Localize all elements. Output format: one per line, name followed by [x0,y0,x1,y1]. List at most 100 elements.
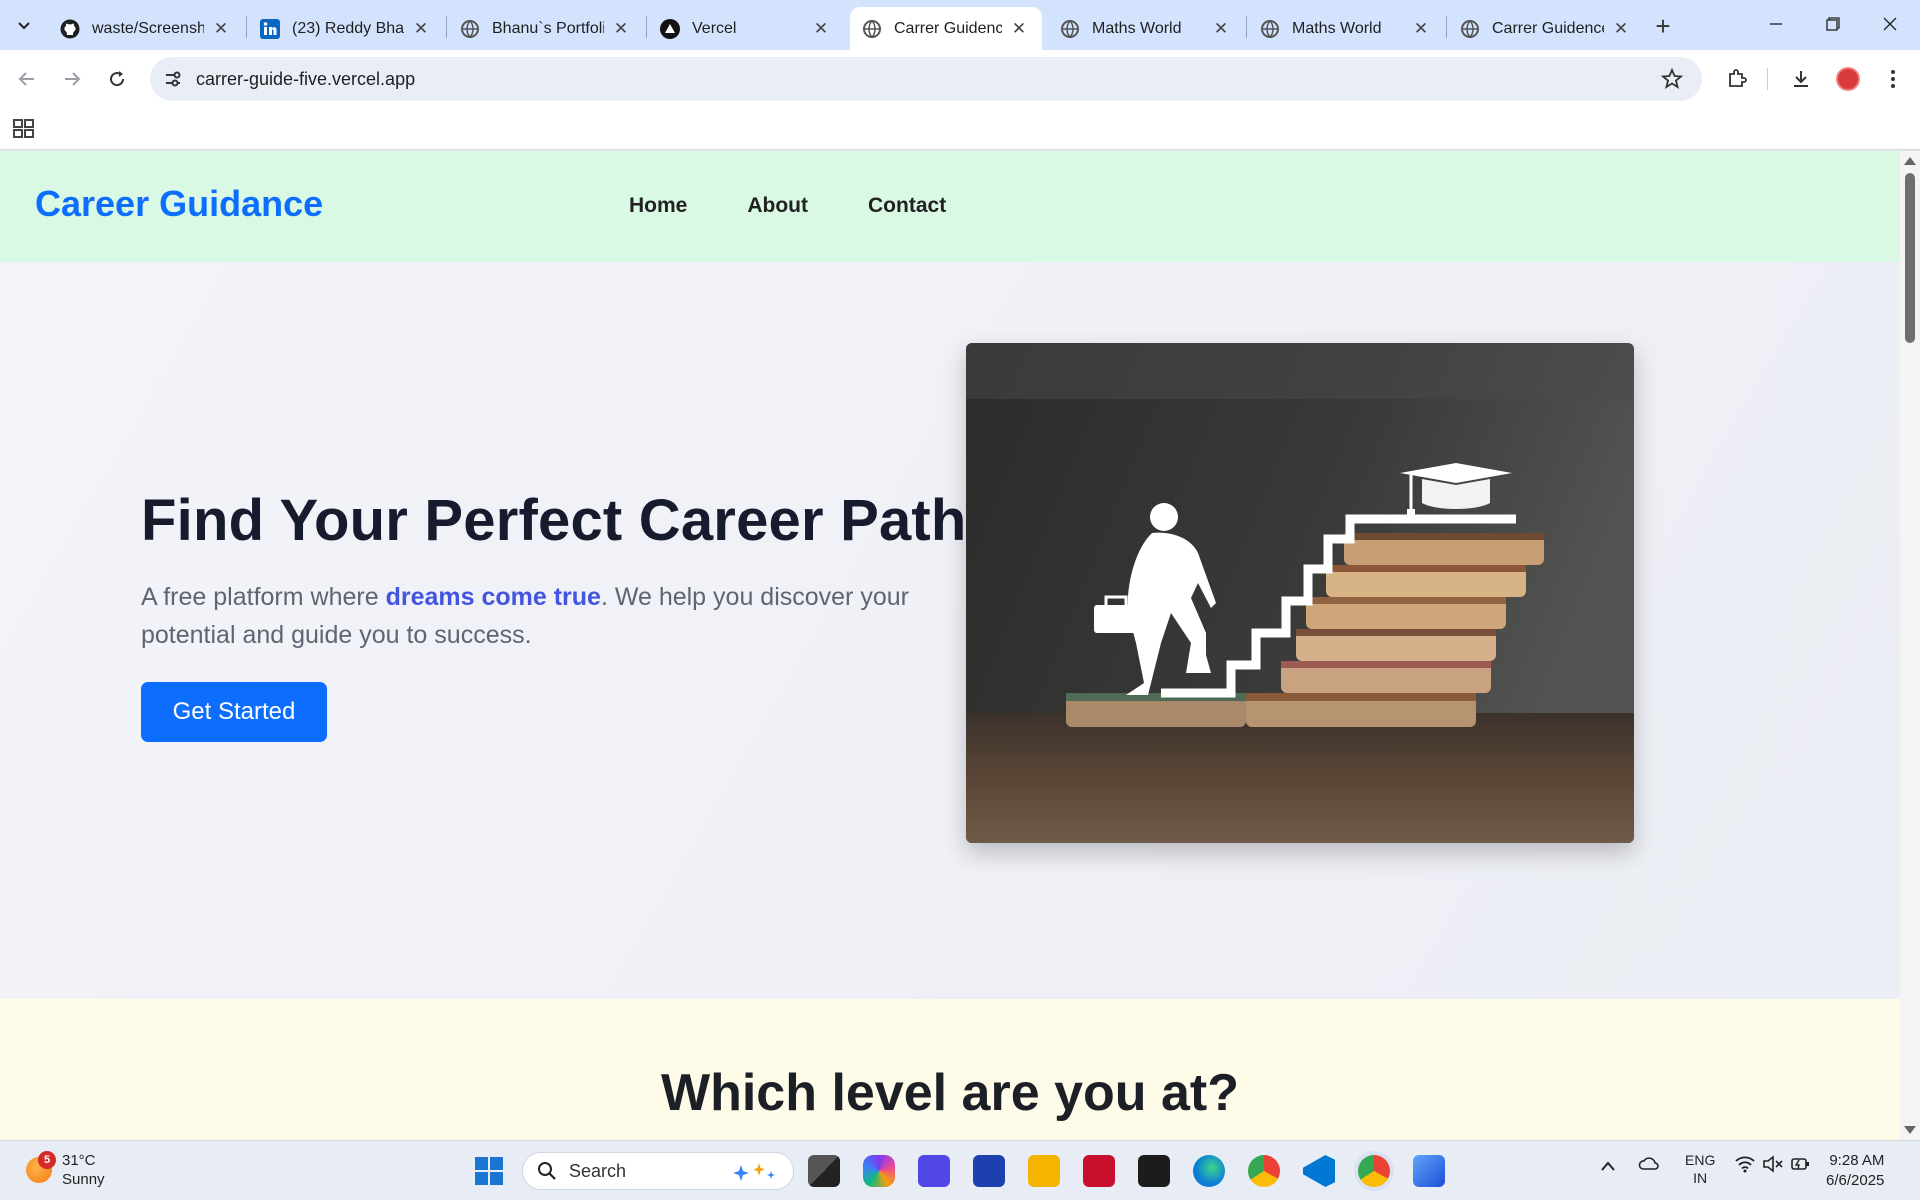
close-tab-icon[interactable]: ✕ [810,18,832,40]
weather-condition: Sunny [62,1171,105,1188]
windows-logo-icon [475,1157,488,1170]
extensions-button[interactable] [1722,64,1752,94]
get-started-button[interactable]: Get Started [141,682,327,742]
close-window-button[interactable] [1872,8,1908,40]
search-icon [538,1162,556,1180]
bookmarks-bar [0,108,1920,150]
file-explorer-icon[interactable] [1028,1155,1060,1187]
hero-section: Find Your Perfect Career Path A free pla… [0,262,1900,999]
hero-title: Find Your Perfect Career Path [141,488,967,553]
browser-toolbar: carrer-guide-five.vercel.app [0,50,1920,108]
tab-search-button[interactable] [10,12,38,40]
site-brand-logo[interactable]: Career Guidance [35,183,323,225]
language-code: ENG [1685,1152,1716,1168]
tab-carrer-guidence-active[interactable]: Carrer Guidence ✕ [850,7,1042,50]
edge-browser-icon[interactable] [1193,1155,1225,1187]
volume-muted-icon[interactable] [1762,1155,1784,1176]
arrow-left-icon [18,72,34,86]
photos-app-icon[interactable] [1413,1155,1445,1187]
tray-overflow-icon[interactable] [1600,1159,1616,1175]
tab-portfolio[interactable]: Bhanu`s Portfolio ✕ [448,7,644,50]
address-bar[interactable]: carrer-guide-five.vercel.app [150,57,1702,101]
close-icon [1883,17,1897,31]
tab-vercel[interactable]: Vercel ✕ [648,7,844,50]
tab-carrer-guidence-2[interactable]: Carrer Guidence ✕ [1448,7,1644,50]
chrome-browser-icon[interactable] [1248,1155,1280,1187]
clock-date: 6/6/2025 [1826,1172,1885,1189]
page-viewport: Career Guidance Home About Contact Find … [0,151,1900,1140]
url-text[interactable]: carrer-guide-five.vercel.app [196,69,415,90]
browser-menu-button[interactable] [1878,64,1908,94]
page-scrollbar[interactable] [1900,151,1920,1140]
tab-title: Vercel [692,19,737,37]
nav-link-contact[interactable]: Contact [868,194,946,218]
github-icon [60,19,80,39]
tab-linkedin[interactable]: (23) Reddy Bhanu ✕ [248,7,444,50]
chrome-active-icon[interactable] [1358,1155,1390,1187]
downloads-button[interactable] [1786,64,1816,94]
sun-icon: 5 [26,1151,56,1183]
windows-taskbar: 5 31°C Sunny Search ENG IN 9:28 AM 6/6/2… [0,1140,1920,1200]
close-tab-icon[interactable]: ✕ [610,18,632,40]
nav-link-home[interactable]: Home [629,194,687,218]
back-button[interactable] [10,62,44,96]
scroll-up-icon[interactable] [1904,157,1916,165]
copilot-app-icon[interactable] [863,1155,895,1187]
tab-maths-world[interactable]: Maths World ✕ [1048,7,1244,50]
close-tab-icon[interactable]: ✕ [1210,18,1232,40]
language-indicator[interactable]: ENG IN [1685,1151,1715,1187]
taskbar-search-label: Search [569,1160,627,1181]
forward-button[interactable] [55,62,89,96]
globe-icon [862,19,882,39]
hero-desc-start: A free platform where [141,583,386,611]
minimize-button[interactable] [1758,8,1794,40]
new-tab-button[interactable]: + [1649,11,1677,41]
tab-title: waste/Screenshots [92,19,204,37]
tab-maths-world-2[interactable]: Maths World ✕ [1248,7,1444,50]
close-tab-icon[interactable]: ✕ [410,18,432,40]
globe-icon [1060,19,1080,39]
powerautomate-app-icon[interactable] [918,1155,950,1187]
close-tab-icon[interactable]: ✕ [1410,18,1432,40]
profile-avatar[interactable] [1836,67,1860,91]
site-nav-links: Home About Contact [629,194,946,218]
scrollbar-thumb[interactable] [1905,173,1915,343]
globe-icon [1460,19,1480,39]
task-view-icon[interactable] [808,1155,840,1187]
wifi-icon[interactable] [1734,1155,1756,1176]
bookmark-star-icon[interactable] [1660,67,1684,91]
close-tab-icon[interactable]: ✕ [210,18,232,40]
tab-github[interactable]: waste/Screenshots ✕ [48,7,244,50]
system-clock[interactable]: 9:28 AM 6/6/2025 [1826,1151,1884,1191]
scroll-down-icon[interactable] [1904,1126,1916,1134]
nav-link-about[interactable]: About [747,194,808,218]
site-info-icon[interactable] [158,64,188,94]
download-icon [1794,71,1808,87]
weather-widget[interactable]: 5 31°C Sunny [26,1151,105,1189]
store-app-icon[interactable] [973,1155,1005,1187]
close-tab-icon[interactable]: ✕ [1610,18,1632,40]
close-tab-icon[interactable]: ✕ [1008,18,1030,40]
notion-app-icon[interactable] [1138,1155,1170,1187]
hero-description: A free platform where dreams come true. … [141,578,931,654]
hero-desc-highlight: dreams come true [385,583,601,611]
tab-title: Bhanu`s Portfolio [492,19,604,37]
taskbar-search[interactable]: Search [522,1152,794,1190]
site-navbar: Career Guidance Home About Contact [0,151,1900,262]
start-button[interactable] [475,1157,503,1185]
region-code: IN [1693,1170,1708,1186]
battery-icon[interactable] [1790,1155,1812,1176]
copilot-sparkle-icon [733,1163,775,1181]
onedrive-icon[interactable] [1638,1155,1660,1176]
vscode-app-icon[interactable] [1303,1155,1335,1187]
restore-button[interactable] [1815,8,1851,40]
apps-grid-icon[interactable] [12,116,36,140]
chevron-down-icon [18,22,30,30]
mcafee-app-icon[interactable] [1083,1155,1115,1187]
vercel-icon [660,18,680,39]
weather-badge: 5 [38,1151,56,1169]
reload-button[interactable] [100,62,134,96]
minimize-icon [1770,23,1782,25]
tab-title: (23) Reddy Bhanu [292,19,404,37]
more-vertical-icon [1891,70,1895,88]
